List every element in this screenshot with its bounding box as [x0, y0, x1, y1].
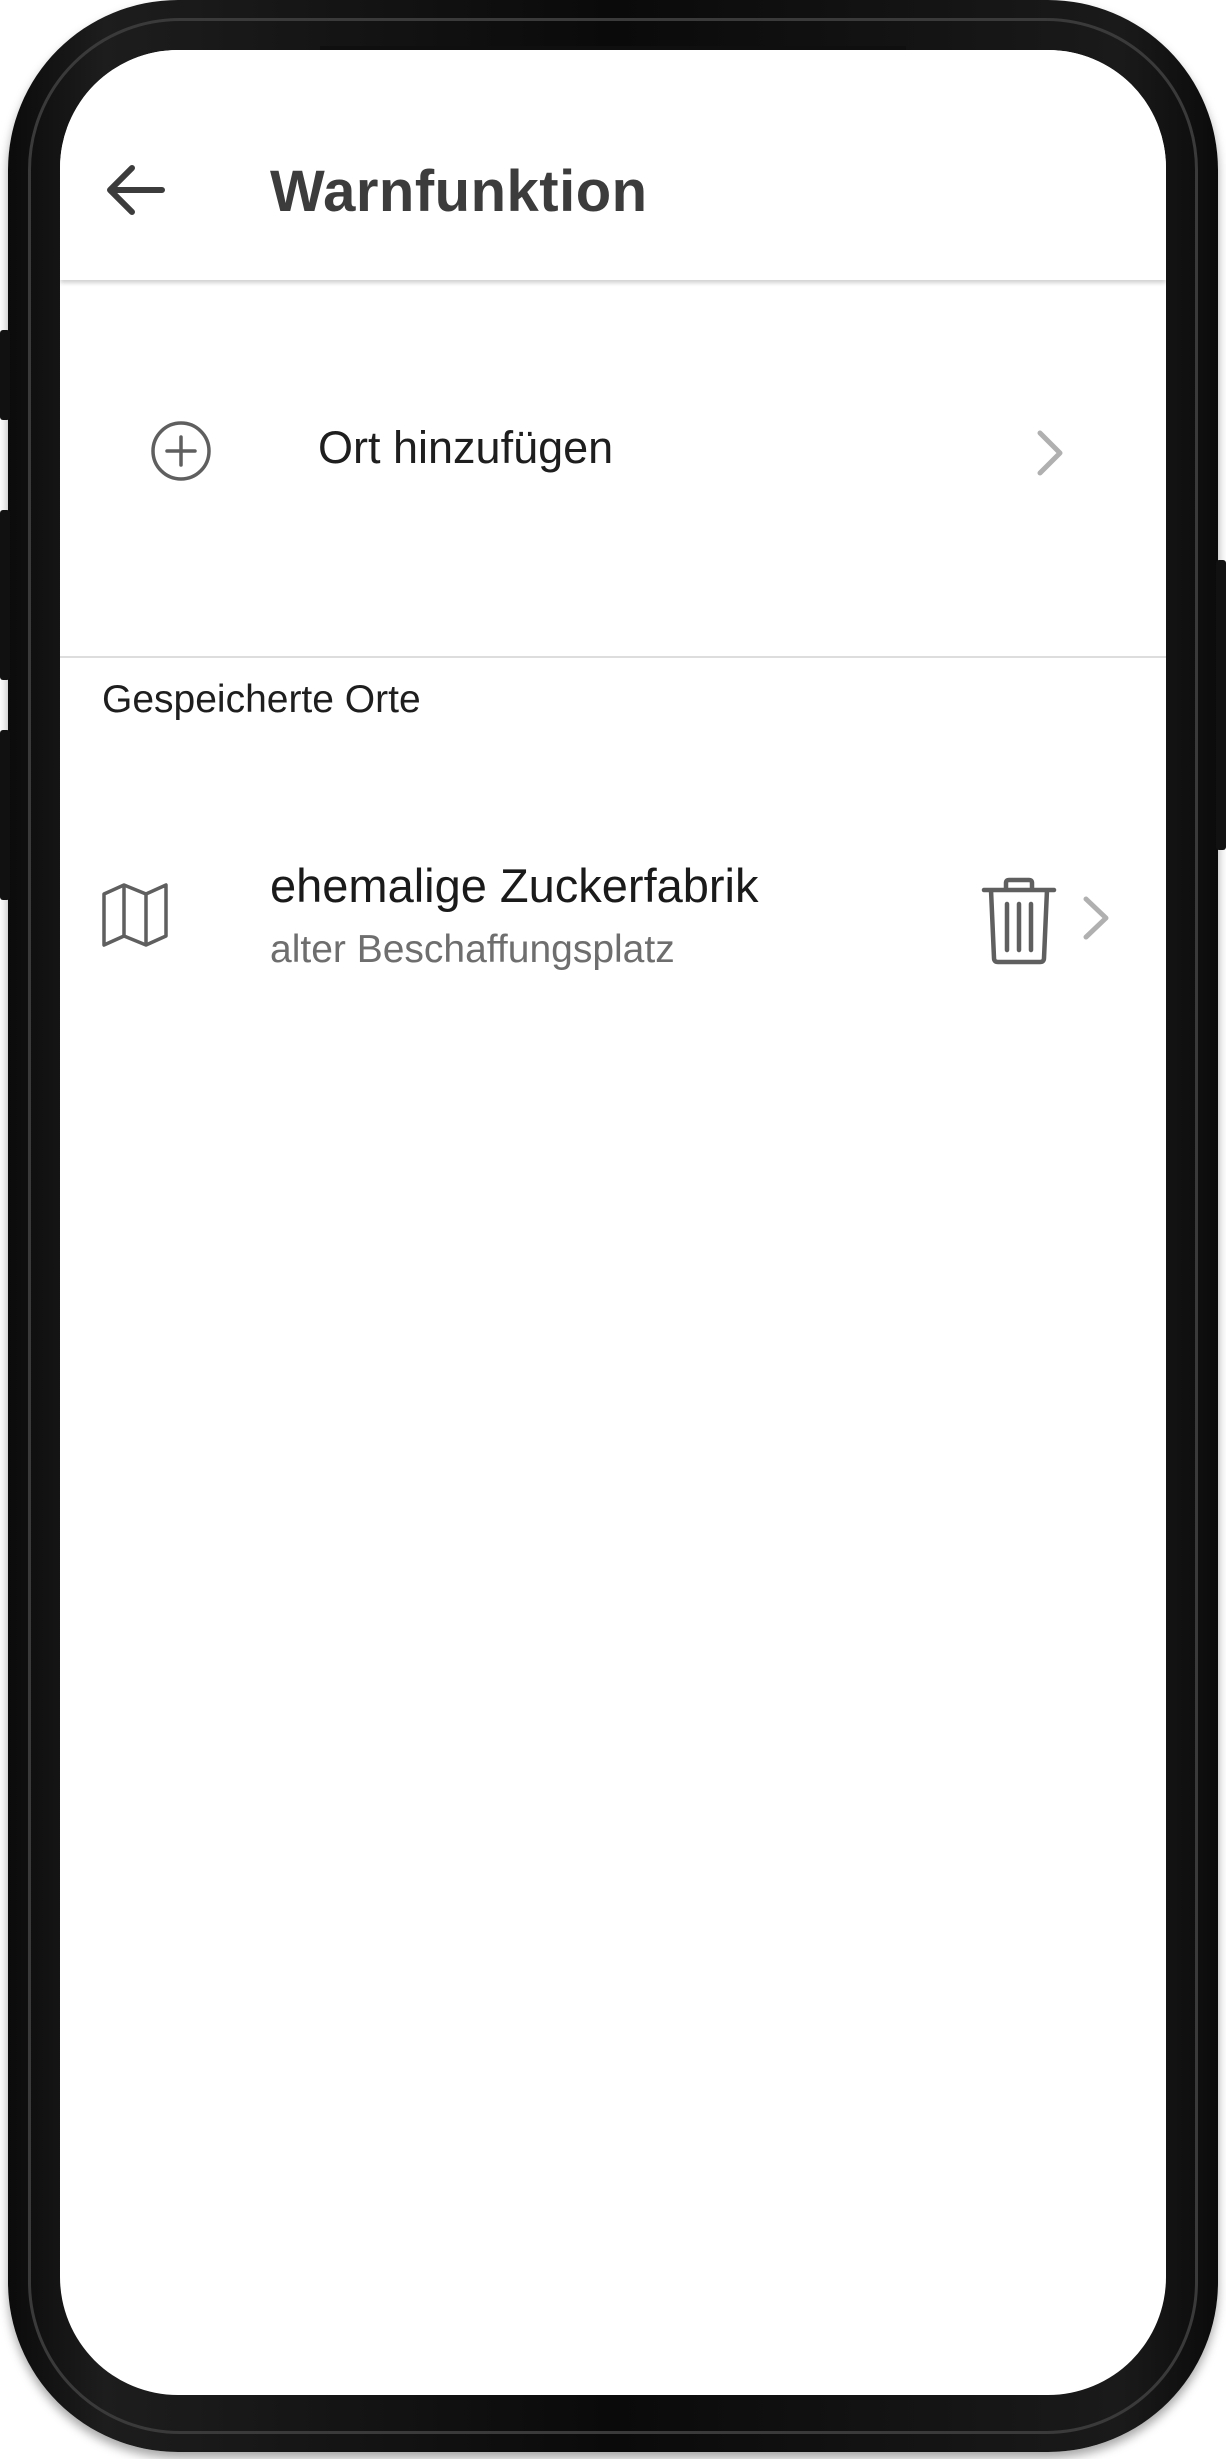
saved-place-item[interactable]: ehemalige Zuckerfabrik alter Beschaffung… [60, 790, 1166, 990]
section-header-saved-places: Gespeicherte Orte [102, 678, 421, 721]
delete-place-button[interactable] [978, 876, 1060, 966]
page-title: Warnfunktion [270, 159, 648, 224]
app-bar: Warnfunktion [60, 50, 1166, 280]
phone-side-button-volume-down [0, 730, 10, 900]
phone-side-button-volume-up [0, 510, 10, 680]
saved-place-title: ehemalige Zuckerfabrik [270, 859, 759, 912]
saved-place-subtitle: alter Beschaffungsplatz [270, 928, 675, 971]
add-place-row[interactable]: Ort hinzufügen [60, 280, 1166, 658]
app-screen: Warnfunktion Ort hinzufügen Gespeicherte… [60, 50, 1166, 2395]
phone-side-button-power [1216, 560, 1226, 850]
trash-icon [981, 877, 1057, 965]
add-place-label: Ort hinzufügen [318, 422, 614, 473]
chevron-right-icon [1037, 430, 1063, 476]
chevron-right-icon[interactable] [1078, 894, 1114, 942]
phone-side-button-mute [0, 330, 10, 420]
arrow-left-icon [107, 165, 165, 215]
map-icon [102, 883, 168, 947]
plus-circle-icon [151, 421, 211, 481]
back-button[interactable] [96, 150, 176, 230]
